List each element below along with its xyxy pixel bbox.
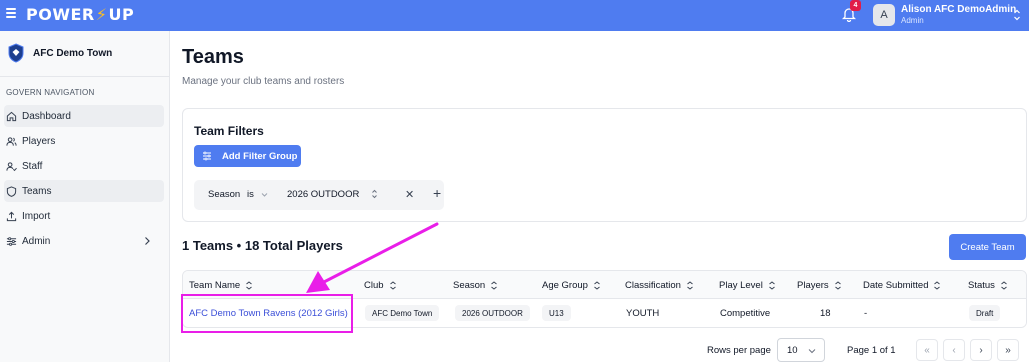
add-filter-group-label: Add Filter Group	[222, 150, 298, 162]
column-header-classification[interactable]: Classification	[625, 280, 694, 291]
age-group-chip: U13	[542, 305, 571, 321]
filter-operator-select[interactable]: is	[247, 189, 254, 200]
nav-heading: GOVERN NAVIGATION	[6, 88, 95, 97]
first-page-button[interactable]: «	[916, 339, 938, 361]
app-logo[interactable]: POWER ⚡ UP	[26, 3, 134, 25]
remove-filter-icon[interactable]: ✕	[405, 188, 414, 201]
club-crest-icon	[8, 43, 24, 63]
sidebar-item-label: Teams	[22, 185, 52, 197]
column-header-status[interactable]: Status	[968, 280, 1008, 291]
logo-text-right: UP	[108, 4, 135, 24]
rows-per-page-value: 10	[787, 344, 798, 356]
user-menu[interactable]: A Alison AFC DemoAdmin Admin	[873, 2, 1016, 28]
create-team-button[interactable]: Create Team	[949, 234, 1026, 260]
sidebar-item-import[interactable]: Import	[4, 205, 164, 227]
sort-icon	[389, 281, 396, 290]
user-role: Admin	[901, 16, 924, 25]
avatar: A	[873, 4, 895, 26]
sidebar-item-label: Staff	[22, 160, 43, 172]
chevron-up-down-icon[interactable]	[1013, 8, 1021, 22]
chevron-right-icon	[145, 237, 150, 245]
sort-icon	[934, 281, 941, 290]
add-filter-group-button[interactable]: Add Filter Group	[194, 145, 301, 167]
notification-badge: 4	[850, 0, 861, 11]
filter-row: Season is 2026 OUTDOOR ✕ +	[194, 180, 444, 210]
sidebar-item-dashboard[interactable]: Dashboard	[4, 105, 164, 127]
sidebar-item-players[interactable]: Players	[4, 130, 164, 152]
sidebar-item-label: Import	[22, 210, 51, 222]
settings-sliders-icon	[6, 236, 17, 246]
filter-sliders-icon	[203, 151, 211, 161]
last-page-button[interactable]: »	[997, 339, 1019, 361]
sidebar-item-staff[interactable]: Staff	[4, 155, 164, 177]
column-header-players[interactable]: Players	[797, 280, 842, 291]
top-bar: POWER ⚡ UP 4 A Alison AFC DemoAdmin Admin	[0, 0, 1029, 31]
sidebar-item-teams[interactable]: Teams	[4, 180, 164, 202]
sort-icon	[687, 281, 693, 290]
users-icon	[6, 136, 17, 146]
sidebar-item-label: Players	[22, 135, 56, 147]
sort-icon	[491, 281, 498, 290]
sidebar-item-label: Dashboard	[22, 110, 71, 122]
column-header-play-level[interactable]: Play Level	[719, 280, 776, 291]
sort-icon	[246, 281, 253, 290]
sidebar: AFC Demo Town GOVERN NAVIGATION Dashboar…	[0, 31, 170, 362]
previous-page-button[interactable]: ‹	[943, 339, 965, 361]
season-chip: 2026 OUTDOOR	[455, 305, 530, 321]
sort-icon	[594, 281, 600, 290]
rows-per-page-select[interactable]: 10	[777, 338, 825, 362]
sort-icon	[834, 281, 841, 290]
sidebar-item-label: Admin	[22, 235, 51, 247]
page-subtitle: Manage your club teams and rosters	[182, 76, 345, 87]
home-icon	[6, 111, 17, 121]
upload-icon	[6, 211, 17, 221]
club-header[interactable]: AFC Demo Town	[8, 43, 112, 63]
hamburger-menu-icon[interactable]	[6, 8, 16, 18]
user-check-icon	[6, 161, 17, 171]
sort-icon	[769, 281, 775, 290]
classification-cell: YOUTH	[626, 308, 660, 319]
status-badge: Draft	[969, 305, 1001, 321]
shield-icon	[6, 185, 17, 197]
filter-field-select[interactable]: Season	[208, 189, 240, 200]
chevron-down-icon	[261, 193, 268, 197]
date-submitted-cell: -	[864, 308, 868, 319]
rows-per-page-label: Rows per page	[707, 345, 771, 356]
sidebar-item-admin[interactable]: Admin	[4, 230, 164, 252]
club-name: AFC Demo Town	[33, 47, 113, 59]
chevron-up-down-icon	[372, 189, 377, 199]
club-chip: AFC Demo Town	[365, 305, 440, 321]
bolt-icon: ⚡	[95, 4, 108, 24]
add-filter-icon[interactable]: +	[433, 185, 441, 201]
page-title: Teams	[182, 46, 244, 68]
column-header-team-name[interactable]: Team Name	[189, 280, 253, 291]
team-filters-card: Team Filters Add Filter Group Season is …	[182, 108, 1027, 222]
play-level-cell: Competitive	[720, 308, 771, 319]
sidebar-divider	[0, 76, 170, 77]
teams-summary: 1 Teams • 18 Total Players	[182, 238, 343, 253]
filters-title: Team Filters	[194, 124, 264, 138]
column-header-season[interactable]: Season	[453, 280, 498, 291]
next-page-button[interactable]: ›	[970, 339, 992, 361]
players-cell: 18	[820, 308, 831, 319]
column-header-club[interactable]: Club	[364, 280, 397, 291]
sort-icon	[1001, 281, 1007, 290]
column-header-date-submitted[interactable]: Date Submitted	[863, 280, 941, 291]
column-header-age-group[interactable]: Age Group	[542, 280, 601, 291]
user-name: Alison AFC DemoAdmin	[901, 4, 1017, 15]
logo-text-left: POWER	[26, 4, 95, 24]
chevron-down-icon	[808, 349, 816, 354]
page-info: Page 1 of 1	[847, 345, 896, 356]
annotation-highlight-box	[181, 294, 353, 333]
filter-value-select[interactable]: 2026 OUTDOOR	[287, 189, 359, 200]
